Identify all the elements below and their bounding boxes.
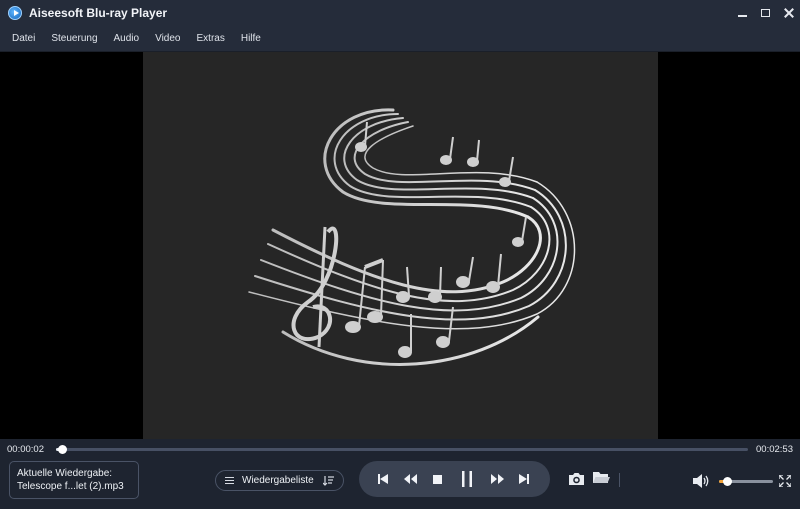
minimize-icon: [738, 15, 747, 17]
open-folder-icon[interactable]: [592, 470, 610, 486]
menu-extras[interactable]: Extras: [189, 33, 233, 44]
menu-hilfe[interactable]: Hilfe: [233, 33, 269, 44]
video-display[interactable]: [0, 52, 800, 439]
fast-forward-button[interactable]: [485, 461, 509, 497]
title-bar: Aiseesoft Blu-ray Player: [0, 0, 800, 26]
volume-slider[interactable]: [719, 477, 773, 486]
separator: [619, 473, 620, 487]
volume-icon[interactable]: [693, 474, 711, 488]
rewind-button[interactable]: [398, 461, 422, 497]
now-playing-label: Aktuelle Wiedergabe:: [17, 468, 113, 479]
app-logo-icon: [8, 6, 22, 20]
control-bar: Aktuelle Wiedergabe: Telescope f...let (…: [0, 461, 800, 509]
skip-previous-icon: [378, 474, 388, 484]
stop-icon: [432, 474, 442, 484]
menu-audio[interactable]: Audio: [106, 33, 148, 44]
close-icon: [784, 8, 794, 18]
transport-controls: [359, 461, 550, 497]
window-controls: [731, 0, 800, 26]
window-title: Aiseesoft Blu-ray Player: [29, 6, 168, 20]
fullscreen-icon[interactable]: [779, 475, 791, 487]
progress-handle[interactable]: [58, 445, 68, 454]
volume-handle[interactable]: [723, 477, 733, 486]
playlist-label: Wiedergabeliste: [242, 475, 314, 486]
pause-icon: [462, 471, 472, 487]
menu-video[interactable]: Video: [147, 33, 188, 44]
list-icon: [225, 477, 234, 484]
minimize-button[interactable]: [731, 0, 754, 26]
playlist-button[interactable]: Wiedergabeliste: [215, 470, 344, 491]
rewind-icon: [403, 474, 417, 484]
maximize-button[interactable]: [754, 0, 777, 26]
previous-button[interactable]: [371, 461, 395, 497]
skip-next-icon: [519, 474, 529, 484]
fast-forward-icon: [490, 474, 504, 484]
progress-row: 00:00:02 00:02:53: [0, 439, 800, 461]
progress-bar[interactable]: [56, 445, 748, 454]
next-button[interactable]: [512, 461, 536, 497]
close-button[interactable]: [777, 0, 800, 26]
now-playing-box: Aktuelle Wiedergabe: Telescope f...let (…: [9, 461, 139, 499]
menu-bar: Datei Steuerung Audio Video Extras Hilfe: [0, 26, 800, 52]
total-time: 00:02:53: [756, 444, 793, 455]
menu-datei[interactable]: Datei: [4, 33, 43, 44]
music-cover-art: [143, 52, 658, 439]
stop-button[interactable]: [425, 461, 449, 497]
snapshot-camera-icon[interactable]: [568, 471, 585, 487]
current-time: 00:00:02: [7, 444, 44, 455]
music-notes-illustration: [248, 108, 576, 366]
pause-button[interactable]: [455, 461, 479, 497]
maximize-icon: [761, 9, 770, 17]
sort-order-icon[interactable]: [323, 476, 334, 486]
menu-steuerung[interactable]: Steuerung: [43, 33, 105, 44]
now-playing-file: Telescope f...let (2).mp3: [17, 481, 124, 492]
